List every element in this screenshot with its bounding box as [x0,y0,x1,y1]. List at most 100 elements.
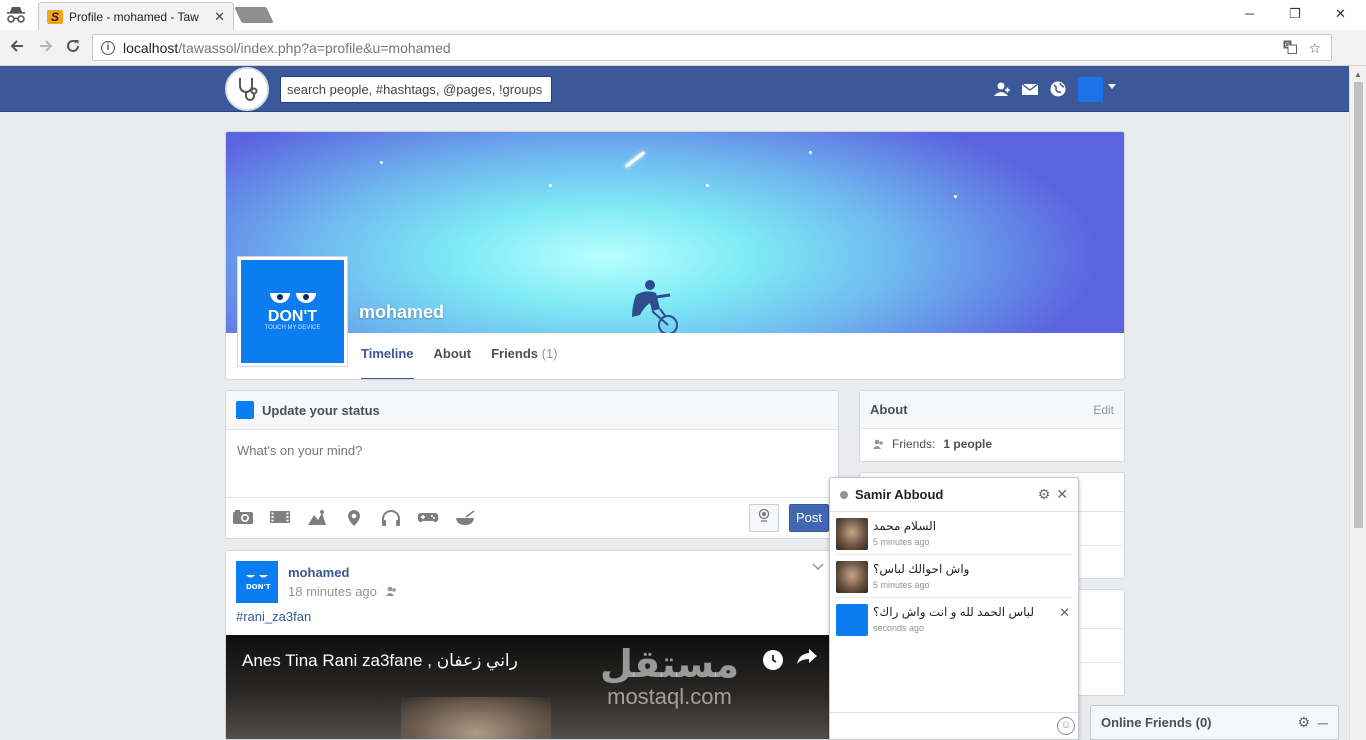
post-time-text: 18 minutes ago [288,584,377,599]
music-headphones-icon[interactable] [380,509,402,527]
reload-icon[interactable] [65,38,81,58]
friends-icon[interactable] [993,80,1011,98]
tab-timeline[interactable]: Timeline [361,346,414,379]
tab-close-icon[interactable]: ✕ [214,9,225,25]
delete-message-close-icon[interactable]: ✕ [1059,605,1070,621]
composer-avatar [236,401,254,419]
post-button[interactable]: Post [789,504,829,532]
site-header [0,66,1349,112]
tab-friends[interactable]: Friends (1) [491,346,558,379]
window-close-icon[interactable]: ✕ [1335,6,1346,22]
cyclist-silhouette-icon [632,280,678,333]
video-icon[interactable] [269,509,291,527]
about-edit-link[interactable]: Edit [1093,403,1114,417]
site-logo-stethoscope-icon[interactable] [225,67,269,111]
message-time: seconds ago [873,623,925,633]
friends-icon [873,439,883,449]
post-hashtag[interactable]: #rani_za3fan [236,609,311,624]
message-text: لباس الحمد لله و انت واش راك؟ [873,605,1035,619]
video-thumbnail [401,697,551,739]
profile-cover-card: DON'T TOUCH MY DEVICE mohamed Timeline A… [225,131,1125,380]
composer-toolbar: Post [226,497,838,539]
tab-title: Profile - mohamed - Taw [69,9,199,24]
user-menu-avatar[interactable] [1078,77,1103,102]
cover-star [549,184,552,187]
privacy-toggle-button[interactable] [749,504,779,532]
url-host: localhost [123,39,179,56]
sender-avatar[interactable] [836,604,868,636]
profile-name[interactable]: mohamed [359,302,444,323]
video-embed[interactable]: Anes Tina Rani za3fane , راني زعفان مستق… [226,635,829,739]
share-arrow-icon[interactable] [796,647,818,671]
timeline-post: DON'T mohamed 18 minutes ago #rani_za3fa… [225,550,830,740]
post-time: 18 minutes ago [288,584,397,599]
cover-star [706,184,709,187]
video-title[interactable]: Anes Tina Rani za3fane , راني زعفان [242,651,518,671]
site-info-icon[interactable]: i [101,40,115,55]
tab-friends-label: Friends [491,346,539,361]
post-author[interactable]: mohamed [288,565,349,580]
sender-avatar[interactable] [836,518,868,550]
post-author-avatar[interactable]: DON'T [236,561,278,603]
offline-status-dot [840,490,848,499]
activity-icon[interactable] [306,509,328,527]
cover-meteor [624,150,646,169]
about-friends-value[interactable]: 1 people [943,437,992,451]
chat-window: Samir Abboud ⚙ ✕ السلام محمد 5 minutes a… [829,477,1079,740]
url-path: /tawassol/index.php?a=profile&u=mohamed [178,39,451,56]
forward-arrow-icon[interactable] [38,38,54,58]
browser-tab[interactable]: S Profile - mohamed - Taw ✕ [38,2,234,30]
emoji-smiley-icon[interactable]: ☺ [1057,717,1075,735]
chevron-down-icon[interactable] [1108,84,1116,89]
search-input[interactable] [280,76,552,103]
cover-star [380,161,383,164]
tab-friends-count: (1) [541,346,558,361]
friends-privacy-icon [385,586,396,596]
chat-message: واش احوالك لباس؟ 5 minutes ago [836,555,1072,598]
gear-icon[interactable]: ⚙ [1298,714,1311,731]
chat-contact-name[interactable]: Samir Abboud [855,487,1032,502]
messages-icon[interactable] [1021,80,1039,98]
message-text: السلام محمد [873,519,937,533]
address-bar[interactable]: i localhost/tawassol/index.php?a=profile… [92,34,1332,61]
online-friends-label[interactable]: Online Friends (0) [1101,715,1290,730]
about-card: About Edit Friends: 1 people [859,390,1125,462]
scroll-up-icon[interactable]: ▲ [1354,70,1362,79]
back-arrow-icon[interactable] [9,38,25,58]
sender-avatar[interactable] [836,561,868,593]
profile-avatar[interactable]: DON'T TOUCH MY DEVICE [237,256,348,367]
angry-eye-icon [269,292,290,303]
watch-later-clock-icon[interactable] [763,650,783,670]
window-minimize-icon[interactable]: ─ [1245,6,1254,21]
svg-text:G: G [1285,42,1290,49]
chat-message-input[interactable]: ☺ [830,712,1078,739]
tab-about[interactable]: About [434,346,472,379]
post-options-chevron-icon[interactable] [812,560,824,574]
site-favicon-icon: S [47,9,63,24]
window-restore-icon[interactable]: ❐ [1289,6,1301,22]
notifications-globe-icon[interactable] [1049,80,1067,98]
bookmark-star-icon[interactable]: ☆ [1308,40,1321,57]
minimize-icon[interactable]: ─ [1318,715,1328,731]
game-controller-icon[interactable] [417,509,439,527]
location-icon[interactable] [343,509,365,527]
chat-message: لباس الحمد لله و انت واش راك؟ seconds ag… [836,598,1072,641]
status-composer: Update your status Post [225,390,839,539]
new-tab-button[interactable] [234,7,274,23]
online-friends-bar[interactable]: Online Friends (0) ⚙ ─ [1090,705,1339,740]
svg-text:DON'T: DON'T [246,583,271,591]
page-scrollbar[interactable]: ▲ [1349,66,1366,740]
gear-icon[interactable]: ⚙ [1038,486,1051,503]
incognito-icon [6,6,26,24]
cover-star [809,151,812,154]
status-input[interactable] [237,443,827,458]
close-icon[interactable]: ✕ [1056,486,1068,503]
translate-icon[interactable]: G [1283,40,1297,57]
chat-header[interactable]: Samir Abboud ⚙ ✕ [830,478,1078,512]
scrollbar-thumb[interactable] [1354,82,1363,528]
message-text: واش احوالك لباس؟ [873,562,970,576]
camera-icon[interactable] [232,509,254,527]
avatar-logo-subtext: TOUCH MY DEVICE [264,324,321,331]
food-bowl-icon[interactable] [454,509,476,527]
profile-tabs: Timeline About Friends (1) [361,346,558,379]
